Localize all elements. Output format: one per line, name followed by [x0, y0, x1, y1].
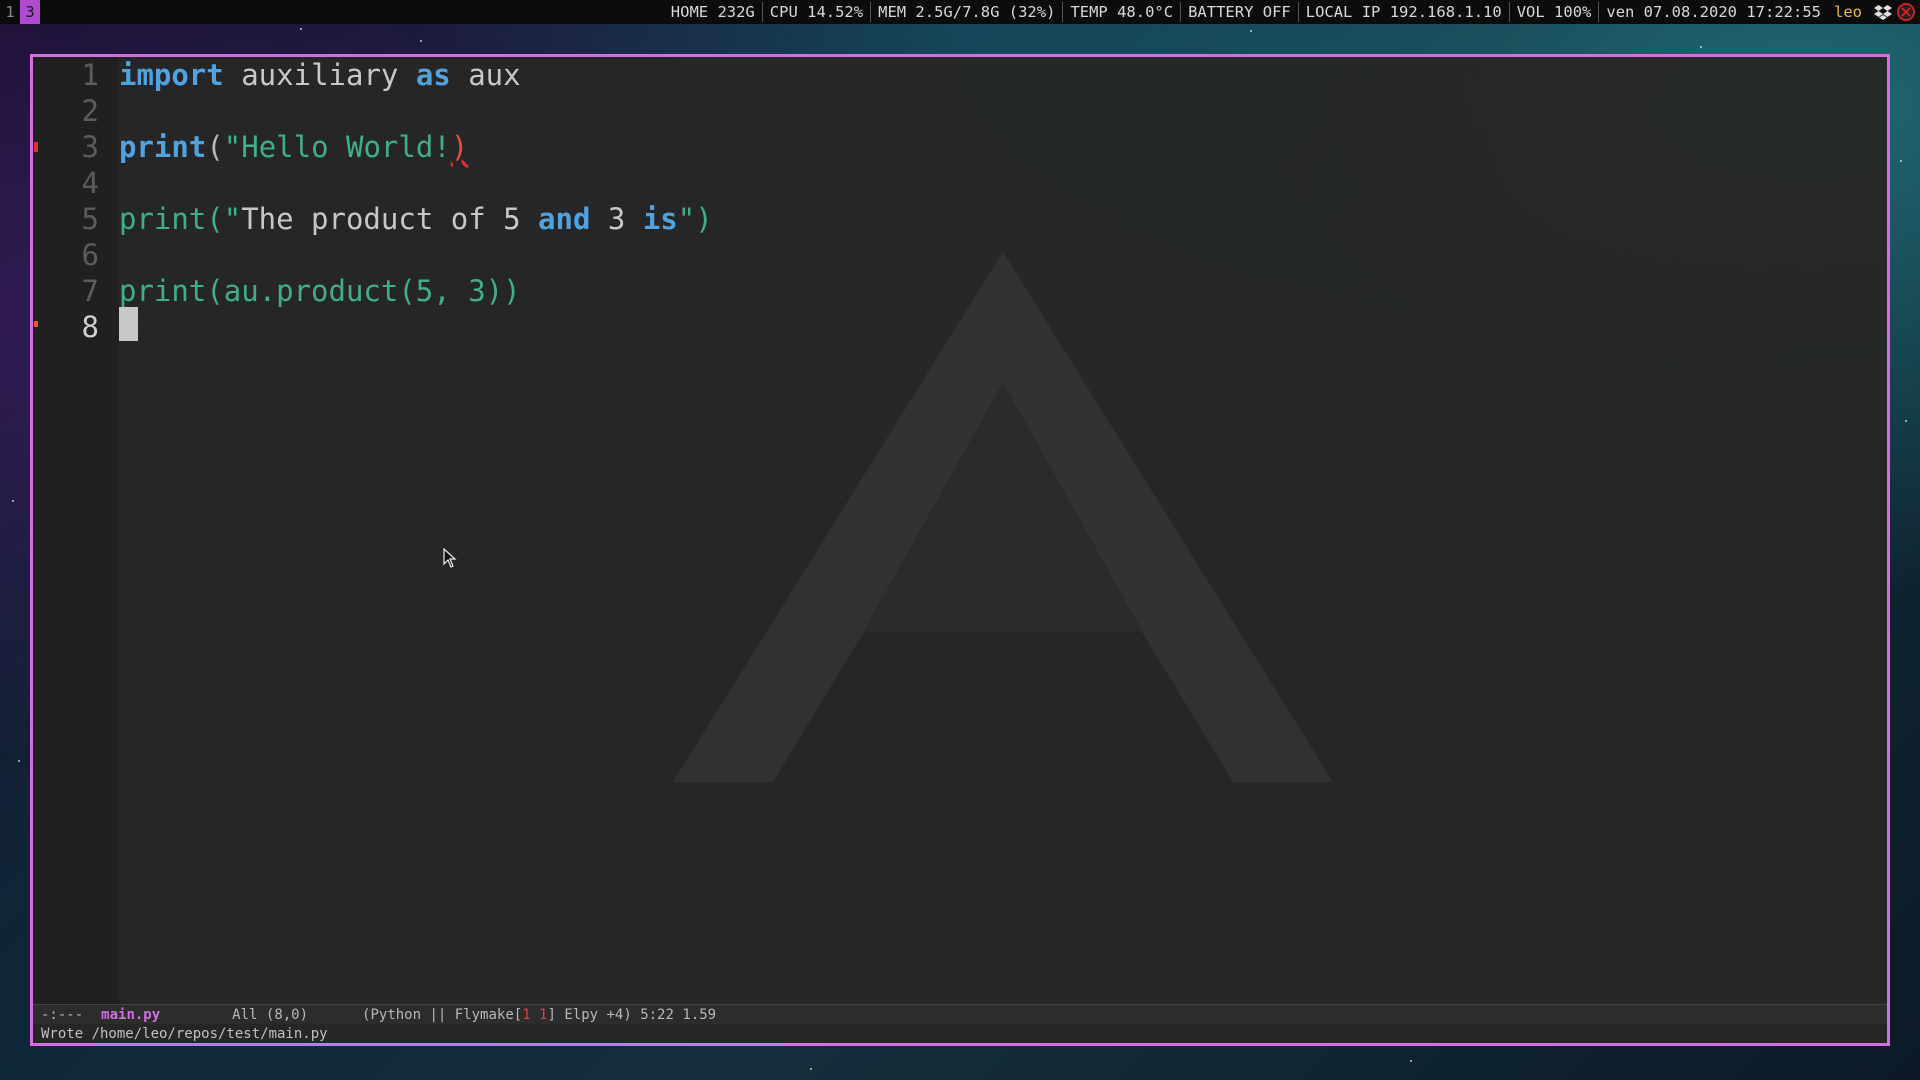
code-line[interactable]: 8	[33, 306, 138, 348]
cpu-status: CPU 14.52%	[763, 2, 872, 22]
workspace-3-button[interactable]: 3	[20, 0, 40, 24]
dropbox-icon[interactable]	[1874, 4, 1892, 20]
network-error-icon[interactable]	[1896, 2, 1916, 22]
keyword-token: is	[642, 202, 678, 236]
line-text[interactable]: print(au.product(5, 3))	[119, 274, 521, 308]
minibuffer-message: Wrote /home/leo/repos/test/main.py	[41, 1025, 328, 1042]
line-number: 8	[81, 310, 99, 344]
code-line[interactable]: 3 print("Hello World!)	[33, 129, 469, 165]
code-token: ")	[677, 202, 713, 236]
arch-logo-watermark	[673, 252, 1333, 782]
status-items: HOME 232G CPU 14.52% MEM 2.5G/7.8G (32%)…	[664, 0, 1920, 24]
datetime-status: ven 07.08.2020 17:22:55	[1606, 3, 1821, 21]
line-text[interactable]	[119, 306, 138, 348]
memory-status: MEM 2.5G/7.8G (32%)	[871, 2, 1064, 22]
code-line[interactable]: 6	[33, 237, 119, 273]
text-cursor	[119, 306, 138, 341]
code-token: (	[206, 130, 224, 164]
line-number: 3	[81, 130, 99, 164]
line-number: 2	[81, 94, 99, 128]
keyword-token: print	[119, 130, 207, 164]
code-token: aux	[450, 58, 521, 92]
code-line[interactable]: 5 print("The product of 5 and 3 is")	[33, 201, 713, 237]
mouse-pointer-icon	[443, 548, 457, 568]
line-text[interactable]: print("Hello World!)	[119, 130, 468, 164]
syntax-error-token: )	[450, 130, 469, 164]
buffer-position: All (8,0)	[232, 1006, 309, 1023]
top-status-bar: 1 3 HOME 232G CPU 14.52% MEM 2.5G/7.8G (…	[0, 0, 1920, 24]
keyword-token: import	[119, 58, 224, 92]
line-text[interactable]: import auxiliary as aux	[119, 58, 521, 92]
code-token: "Hello World!	[223, 130, 451, 164]
code-line[interactable]: 2	[33, 93, 119, 129]
local-ip-status: LOCAL IP 192.168.1.10	[1299, 2, 1510, 22]
emacs-window[interactable]: 1 import auxiliary as aux 2 3 print("Hello W…	[30, 54, 1890, 1046]
flymake-error-count[interactable]: 1 1	[522, 1007, 547, 1023]
line-number: 6	[81, 238, 99, 272]
buffer-state: -:---	[41, 1006, 84, 1023]
line-number: 1	[81, 58, 99, 92]
workspace-1-button[interactable]: 1	[0, 0, 20, 24]
line-text[interactable]: print("The product of 5 and 3 is")	[119, 202, 713, 236]
username: leo	[1834, 3, 1862, 21]
code-token: The product of 5	[241, 202, 539, 236]
minibuffer[interactable]: Wrote /home/leo/repos/test/main.py	[33, 1024, 1887, 1043]
major-mode-prefix[interactable]: (Python || Flymake[	[308, 1007, 522, 1023]
line-number: 4	[81, 166, 99, 200]
code-token: print(au.product(5, 3))	[119, 274, 521, 308]
line-number: 7	[81, 274, 99, 308]
keyword-token: and	[538, 202, 591, 236]
code-token: auxiliary	[223, 58, 416, 92]
code-line[interactable]: 7 print(au.product(5, 3))	[33, 273, 521, 309]
mode-line: -:--- main.py All (8,0) (Python || Flyma…	[33, 1004, 1887, 1024]
major-mode-suffix[interactable]: ] Elpy +4) 5:22 1.59	[547, 1007, 716, 1023]
line-number: 5	[81, 202, 99, 236]
code-token: print("	[119, 202, 242, 236]
system-tray	[1874, 2, 1920, 22]
battery-status: BATTERY OFF	[1181, 2, 1299, 22]
code-line[interactable]: 4	[33, 165, 119, 201]
disk-home-status: HOME 232G	[664, 2, 763, 22]
code-token: 3	[590, 202, 643, 236]
buffer-filename[interactable]: main.py	[83, 1007, 160, 1023]
temperature-status: TEMP 48.0°C	[1063, 2, 1182, 22]
code-line[interactable]: 1 import auxiliary as aux	[33, 57, 521, 93]
keyword-token: as	[415, 58, 451, 92]
volume-status: VOL 100%	[1510, 2, 1600, 22]
